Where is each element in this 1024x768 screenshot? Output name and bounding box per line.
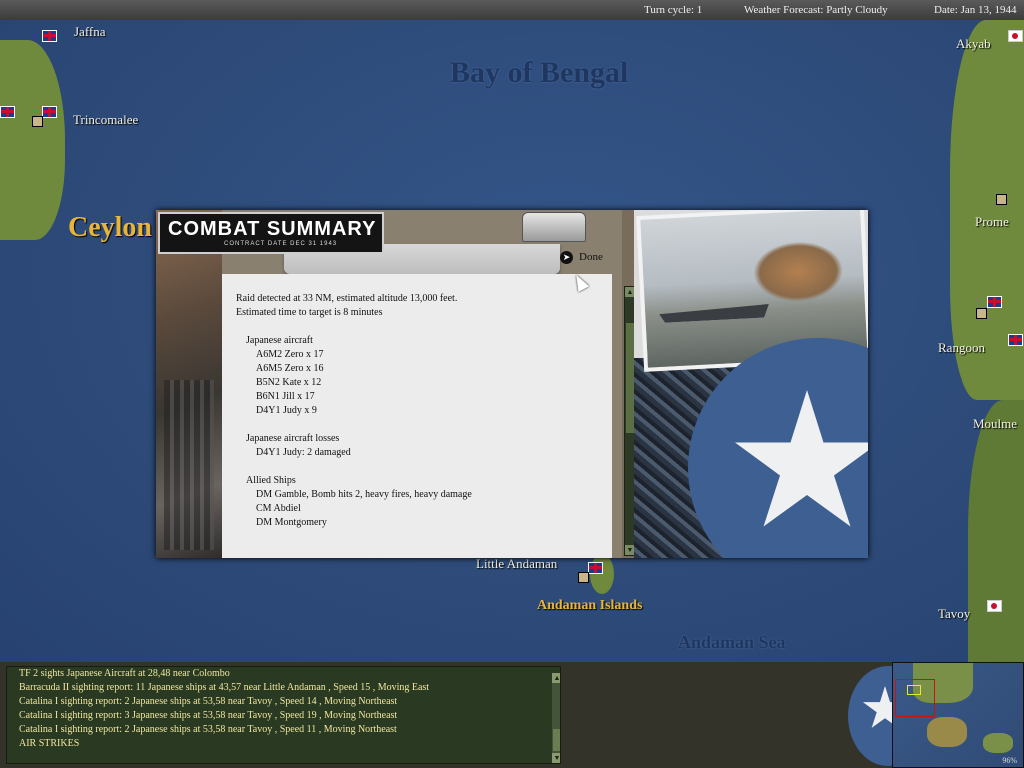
place-jaffna[interactable]: Jaffna bbox=[74, 24, 106, 40]
scroll-up-icon[interactable]: ▲ bbox=[552, 673, 560, 683]
game-date: Date: Jan 13, 1944 bbox=[934, 4, 1017, 16]
log-message: AIR STRIKES bbox=[19, 738, 80, 749]
report-list-item: B6N1 Jill x 17 bbox=[256, 391, 315, 402]
place-ceylon: Ceylon bbox=[68, 212, 152, 243]
report-list-item: D4Y1 Judy x 9 bbox=[256, 405, 317, 416]
place-prome[interactable]: Prome bbox=[975, 214, 1009, 230]
arrow-right-icon: ➤ bbox=[560, 250, 573, 264]
combat-summary-dialog: COMBAT SUMMARY CONTRACT DATE DEC 31 1943… bbox=[156, 210, 868, 558]
message-log[interactable]: TF 2 sights Japanese Aircraft at 28,48 n… bbox=[6, 666, 561, 764]
minimap-viewport[interactable] bbox=[907, 685, 921, 695]
land-ceylon bbox=[0, 40, 65, 240]
log-message: TF 2 sights Japanese Aircraft at 28,48 n… bbox=[19, 668, 230, 679]
report-list-item: A6M2 Zero x 17 bbox=[256, 349, 324, 360]
place-trincomalee[interactable]: Trincomalee bbox=[73, 112, 138, 128]
clipboard-clip-icon bbox=[522, 212, 586, 242]
report-list-item: DM Gamble, Bomb hits 2, heavy fires, hea… bbox=[256, 489, 472, 500]
photo-collage bbox=[634, 210, 868, 558]
dialog-title-plate: COMBAT SUMMARY CONTRACT DATE DEC 31 1943 bbox=[158, 212, 384, 254]
unit-marker-icon[interactable] bbox=[976, 308, 987, 319]
report-line: Raid detected at 33 NM, estimated altitu… bbox=[236, 293, 458, 304]
turn-cycle: Turn cycle: 1 bbox=[644, 4, 703, 16]
unit-marker-icon[interactable] bbox=[996, 194, 1007, 205]
scroll-thumb[interactable] bbox=[626, 323, 634, 433]
place-little-andaman[interactable]: Little Andaman bbox=[476, 556, 557, 572]
dialog-title: COMBAT SUMMARY bbox=[168, 218, 377, 240]
place-akyab[interactable]: Akyab bbox=[956, 36, 991, 52]
log-message: Barracuda II sighting report: 11 Japanes… bbox=[19, 682, 430, 693]
sea-label-andaman-sea: Andaman Sea bbox=[678, 632, 786, 652]
log-message: Catalina I sighting report: 2 Japanese s… bbox=[19, 696, 398, 707]
report-line: Estimated time to target is 8 minutes bbox=[236, 307, 383, 318]
report-list-item: B5N2 Kate x 12 bbox=[256, 377, 322, 388]
scroll-down-icon[interactable]: ▼ bbox=[552, 753, 560, 763]
british-flag-icon[interactable] bbox=[0, 106, 15, 118]
log-message: Catalina I sighting report: 3 Japanese s… bbox=[19, 710, 398, 721]
done-button[interactable]: ➤ Done bbox=[560, 248, 603, 266]
minimap-zoom: 96% bbox=[1002, 756, 1017, 765]
report-section-header: Japanese aircraft bbox=[246, 335, 313, 346]
minimap[interactable]: 96% bbox=[892, 662, 1024, 768]
weather-forecast: Weather Forecast: Partly Cloudy bbox=[744, 4, 888, 16]
log-message: Catalina I sighting report: 2 Japanese s… bbox=[19, 724, 397, 735]
report-list-item: D4Y1 Judy: 2 damaged bbox=[256, 447, 351, 458]
scroll-thumb[interactable] bbox=[553, 729, 560, 751]
japanese-flag-icon[interactable] bbox=[1008, 30, 1023, 42]
british-flag-icon[interactable] bbox=[42, 30, 57, 42]
unit-marker-icon[interactable] bbox=[32, 116, 43, 127]
place-tavoy[interactable]: Tavoy bbox=[938, 606, 970, 622]
land-andaman bbox=[590, 554, 614, 594]
british-flag-icon[interactable] bbox=[588, 562, 603, 574]
report-list-item: A6M5 Zero x 16 bbox=[256, 363, 324, 374]
combat-report: Raid detected at 33 NM, estimated altitu… bbox=[236, 292, 616, 554]
report-list-item: CM Abdiel bbox=[256, 503, 301, 514]
place-andaman-islands: Andaman Islands bbox=[537, 598, 643, 613]
british-flag-icon[interactable] bbox=[1008, 334, 1023, 346]
unit-marker-icon[interactable] bbox=[578, 572, 589, 583]
place-moulmein[interactable]: Moulme bbox=[973, 416, 1017, 432]
done-label: Done bbox=[579, 251, 603, 263]
dialog-subtitle: CONTRACT DATE DEC 31 1943 bbox=[224, 241, 338, 247]
place-rangoon[interactable]: Rangoon bbox=[938, 340, 985, 356]
photo-left-decoration bbox=[156, 210, 222, 558]
status-bar: Turn cycle: 1 Weather Forecast: Partly C… bbox=[0, 0, 1024, 21]
log-scrollbar[interactable]: ▲ ▼ bbox=[552, 673, 560, 763]
japanese-flag-icon[interactable] bbox=[987, 600, 1002, 612]
report-section-header: Japanese aircraft losses bbox=[246, 433, 340, 444]
british-flag-icon[interactable] bbox=[987, 296, 1002, 308]
land-burma-south bbox=[968, 400, 1024, 662]
report-list-item: DM Montgomery bbox=[256, 517, 327, 528]
sea-label-bay-of-bengal: Bay of Bengal bbox=[450, 56, 629, 89]
british-flag-icon[interactable] bbox=[42, 106, 57, 118]
report-section-header: Allied Ships bbox=[246, 475, 296, 486]
